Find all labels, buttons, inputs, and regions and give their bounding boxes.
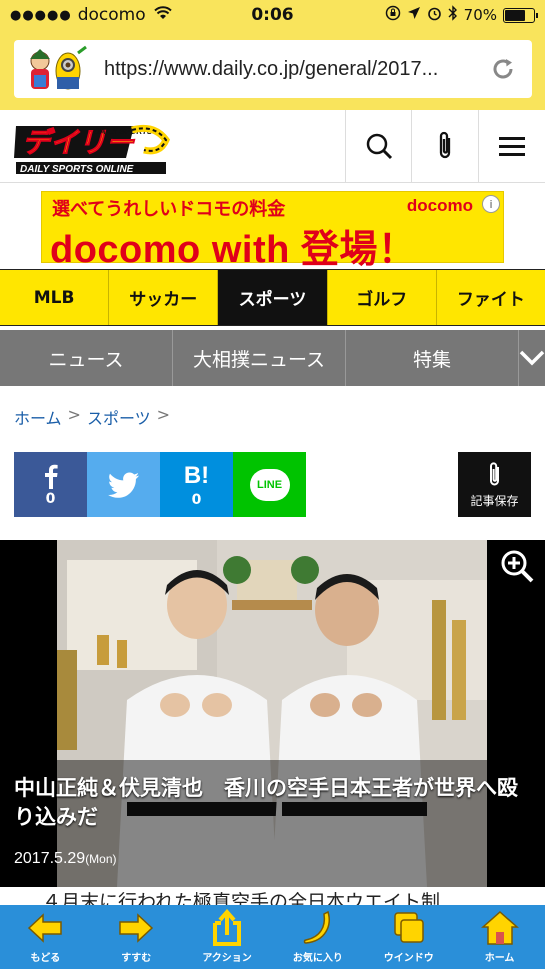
chevron-down-icon xyxy=(519,350,545,366)
article-date: 2017.5.29(Mon) xyxy=(14,850,117,868)
browser-url-area: https://www.daily.co.jp/general/2017... xyxy=(0,30,545,110)
breadcrumb-separator: > xyxy=(156,405,171,424)
article-weekday: (Mon) xyxy=(85,852,117,866)
sub-nav: ニュース 大相撲ニュース 特集 xyxy=(0,330,545,386)
hatena-icon: B! xyxy=(183,461,210,489)
share-action-icon xyxy=(213,909,242,946)
category-soccer[interactable]: サッカー xyxy=(109,270,219,325)
paperclip-icon xyxy=(439,131,450,159)
facebook-count: 0 xyxy=(45,490,56,507)
site-header: デイリー DAILY SPORTS DAILY SPORTS ONLINE xyxy=(0,110,545,183)
carrier-name: docomo xyxy=(77,5,146,25)
location-icon xyxy=(407,6,421,24)
arrow-left-icon xyxy=(28,913,63,943)
forward-label: すすむ xyxy=(121,953,152,964)
category-nav: MLB サッカー スポーツ ゴルフ ファイト xyxy=(0,269,545,326)
article-date-value: 2017.5.29 xyxy=(14,850,86,867)
subnav-features[interactable]: 特集 xyxy=(346,330,519,386)
category-fight[interactable]: ファイト xyxy=(437,270,545,325)
hatena-bookmark-button[interactable]: B! 0 xyxy=(160,452,233,517)
subnav-expand-button[interactable] xyxy=(519,330,545,386)
subnav-sumo-news[interactable]: 大相撲ニュース xyxy=(173,330,346,386)
search-icon xyxy=(366,133,392,160)
window-label: ウインドウ xyxy=(383,953,434,964)
favorites-label: お気に入り xyxy=(292,953,343,964)
zoom-in-icon[interactable] xyxy=(499,548,535,584)
browser-toolbar: もどる すすむ アクション お気に入り ウインドウ ホーム xyxy=(0,905,545,969)
ad-headline: docomo with 登場！ xyxy=(50,229,417,271)
svg-text:DAILY SPORTS ONLINE: DAILY SPORTS ONLINE xyxy=(20,164,134,175)
paperclip-icon xyxy=(489,461,499,485)
twitter-share-button[interactable] xyxy=(87,452,160,517)
battery-icon xyxy=(503,7,538,23)
window-button[interactable]: ウインドウ xyxy=(363,905,454,969)
home-label: ホーム xyxy=(484,953,515,964)
article-headline: 中山正純＆伏見清也 香川の空手日本王者が世界へ殴り込みだ xyxy=(14,776,518,830)
home-button[interactable]: ホーム xyxy=(454,905,545,969)
breadcrumb-home[interactable]: ホーム xyxy=(14,405,62,429)
category-sports[interactable]: スポーツ xyxy=(218,270,328,325)
favorites-button[interactable]: お気に入り xyxy=(272,905,363,969)
status-bar: ●●●●● docomo 0:06 70% xyxy=(0,0,545,30)
category-mlb[interactable]: MLB xyxy=(0,270,110,325)
url-text[interactable]: https://www.daily.co.jp/general/2017... xyxy=(104,58,484,81)
article-hero[interactable]: 中山正純＆伏見清也 香川の空手日本王者が世界へ殴り込みだ 2017.5.29(M… xyxy=(0,540,545,887)
alarm-icon xyxy=(427,6,442,25)
ad-banner[interactable]: 選べてうれしいドコモの料金 docomo docomo with 登場！ i xyxy=(41,191,504,271)
arrow-right-icon xyxy=(119,913,154,943)
browser-mascot-icon xyxy=(20,45,90,93)
save-article-button[interactable]: 記事保存 xyxy=(458,452,531,517)
reload-icon[interactable] xyxy=(490,56,516,82)
category-golf[interactable]: ゴルフ xyxy=(328,270,437,325)
signal-icon: ●●●●● xyxy=(10,7,72,23)
ad-brand: docomo xyxy=(406,196,473,215)
clip-button[interactable] xyxy=(411,110,477,182)
battery-percent: 70% xyxy=(463,6,497,24)
bluetooth-icon xyxy=(448,5,458,25)
facebook-icon xyxy=(44,464,58,489)
facebook-share-button[interactable]: 0 xyxy=(14,452,87,517)
back-button[interactable]: もどる xyxy=(0,905,91,969)
search-button[interactable] xyxy=(345,110,411,182)
twitter-icon xyxy=(107,472,139,498)
banana-icon xyxy=(303,910,330,944)
article-photo xyxy=(57,540,487,887)
breadcrumb-separator: > xyxy=(67,405,81,424)
line-share-button[interactable]: LINE xyxy=(233,452,306,517)
hatena-count: 0 xyxy=(191,491,202,508)
line-icon: LINE xyxy=(249,468,290,501)
menu-button[interactable] xyxy=(478,110,544,182)
address-bar[interactable]: https://www.daily.co.jp/general/2017... xyxy=(14,40,532,98)
home-icon xyxy=(480,910,519,945)
subnav-news[interactable]: ニュース xyxy=(0,330,173,386)
back-label: もどる xyxy=(30,953,61,964)
breadcrumb-sports[interactable]: スポーツ xyxy=(87,405,151,429)
windows-icon xyxy=(393,912,424,943)
wifi-icon xyxy=(153,6,172,24)
rotation-lock-icon xyxy=(385,5,401,25)
adchoices-icon[interactable]: i xyxy=(482,195,500,213)
action-button[interactable]: アクション xyxy=(182,905,273,969)
action-label: アクション xyxy=(202,953,252,964)
hamburger-menu-icon xyxy=(498,137,525,156)
breadcrumb: ホーム > スポーツ > xyxy=(14,405,170,429)
forward-button[interactable]: すすむ xyxy=(91,905,182,969)
save-article-label: 記事保存 xyxy=(470,493,519,508)
daily-sports-logo[interactable]: デイリー DAILY SPORTS DAILY SPORTS ONLINE xyxy=(14,120,174,176)
